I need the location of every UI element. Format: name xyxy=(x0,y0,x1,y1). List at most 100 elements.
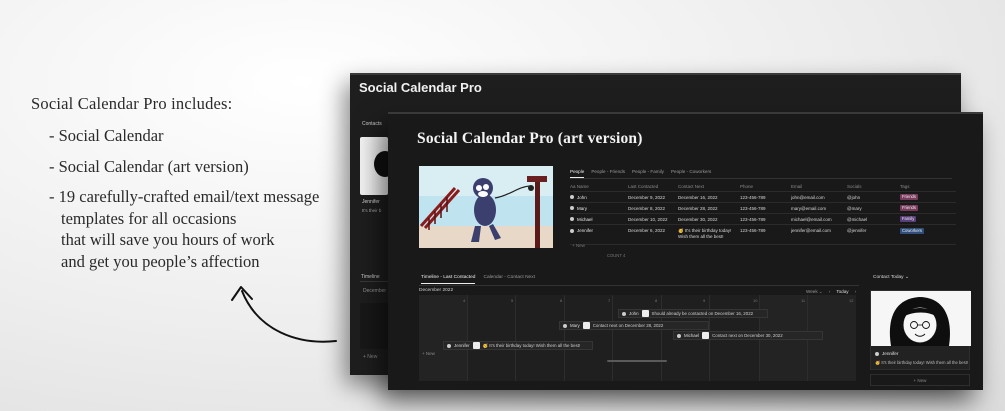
cell-contact-next: 🥳 It's their birthday today! Wish them a… xyxy=(678,228,732,239)
day-number: 6 xyxy=(560,298,563,303)
tab-people-friends[interactable]: People - Friends xyxy=(591,169,625,178)
day-divider xyxy=(564,295,565,381)
bar-name: Jennifer xyxy=(454,343,470,348)
cell-phone: 123-456-789 xyxy=(740,194,766,200)
avatar xyxy=(472,342,480,349)
day-number: 10 xyxy=(753,298,758,303)
curved-arrow-icon xyxy=(231,286,337,343)
timeline-bar[interactable]: Mary Contact next on December 28, 2022 xyxy=(559,321,709,330)
column-header-email[interactable]: Email xyxy=(791,184,847,189)
day-number: 9 xyxy=(703,298,706,303)
person-icon xyxy=(622,311,626,316)
bar-message: Should already be contacted on December … xyxy=(651,311,754,316)
table-header: Aa Name Last Contacted Contact Next Phon… xyxy=(570,181,956,192)
day-divider xyxy=(612,295,613,381)
day-number: 8 xyxy=(655,298,658,303)
promo-line: and get you people’s affection xyxy=(61,251,260,271)
column-header-socials[interactable]: Socials xyxy=(847,184,900,189)
bar-message: Contact next on December 30, 2022 xyxy=(712,333,783,338)
divider xyxy=(570,178,952,179)
cell-phone: 123-456-789 xyxy=(740,228,766,233)
bar-name: Mary xyxy=(570,323,580,328)
contacts-label: Contacts xyxy=(362,121,382,127)
tab-people[interactable]: People xyxy=(570,169,585,178)
column-header-last-contacted[interactable]: Last Contacted xyxy=(628,184,678,189)
cell-email: jennifer@email.com xyxy=(791,228,831,233)
cell-name: Mary xyxy=(577,205,587,211)
new-button[interactable]: + New xyxy=(363,354,377,360)
divider xyxy=(360,281,388,282)
contact-today-label[interactable]: Contact Today ⌄ xyxy=(873,275,909,280)
person-icon xyxy=(875,351,879,356)
contact-name: Jennifer xyxy=(875,351,898,356)
day-divider xyxy=(467,295,468,381)
cell-name: Jennifer xyxy=(577,228,594,233)
tab-people-family[interactable]: People - Family xyxy=(632,169,664,178)
promo-item-social-calendar: - Social Calendar xyxy=(49,125,319,147)
tab-people-coworkers[interactable]: People - Coworkers xyxy=(671,169,711,178)
page-title: Social Calendar Pro xyxy=(359,80,482,95)
cell-last-contacted: December 10, 2022 xyxy=(628,216,668,222)
girl-illustration-image xyxy=(871,291,971,346)
timeline-new-button[interactable]: + New xyxy=(422,351,435,356)
timeline-bar[interactable]: Michael Contact next on December 30, 202… xyxy=(673,331,823,340)
day-divider xyxy=(515,295,516,381)
column-header-tags[interactable]: Tags xyxy=(900,184,956,189)
column-header-phone[interactable]: Phone xyxy=(740,184,791,189)
timeline-view-tabs: Timeline - Last Contacted Calendar - Con… xyxy=(421,275,535,284)
horizontal-scrollbar[interactable] xyxy=(607,360,667,362)
cartoon-cover-image xyxy=(419,166,553,248)
timeline-bar[interactable]: Jennifer 🥳 It's their birthday today! Wi… xyxy=(443,341,593,350)
contact-image xyxy=(360,137,396,195)
table-row[interactable]: Michael December 10, 2022 December 30, 2… xyxy=(570,214,956,225)
promo-item-art-version: - Social Calendar (art version) xyxy=(49,156,319,178)
timeline-area xyxy=(360,303,388,349)
cell-last-contacted: December 6, 2022 xyxy=(628,228,666,233)
contact-message: It's their b xyxy=(362,208,382,213)
tab-calendar-contact-next[interactable]: Calendar - Contact Next xyxy=(483,275,534,284)
promo-line: templates for all occasions xyxy=(61,208,237,228)
cell-email: michael@email.com xyxy=(791,216,832,222)
people-table: Aa Name Last Contacted Contact Next Phon… xyxy=(570,181,956,245)
day-number: 12 xyxy=(849,298,854,303)
person-icon xyxy=(570,217,574,222)
people-view-tabs: People People - Friends People - Family … xyxy=(570,169,711,178)
promo-line: - Social Calendar (art version) xyxy=(49,156,249,176)
avatar xyxy=(582,322,590,329)
cell-email: john@email.com xyxy=(791,194,825,200)
tag-badge: Friends xyxy=(900,194,918,200)
promo-line: that will save you hours of work xyxy=(61,230,275,249)
avatar xyxy=(702,332,710,339)
promo-line: - 19 carefully-crafted email/text messag… xyxy=(49,187,320,206)
tag-badge: Family xyxy=(900,216,917,222)
cell-socials: @mary xyxy=(847,205,862,211)
contact-name: Jennifer xyxy=(362,199,380,205)
cell-name: John xyxy=(577,194,587,200)
cell-name: Michael xyxy=(577,216,593,222)
bar-name: John xyxy=(629,311,639,316)
person-icon xyxy=(563,323,567,328)
day-number: 5 xyxy=(511,298,514,303)
table-row[interactable]: John December 9, 2022 December 16, 2022 … xyxy=(570,192,956,203)
cell-phone: 123-456-789 xyxy=(740,216,766,222)
table-new-button[interactable]: + New xyxy=(572,243,585,248)
cell-last-contacted: December 9, 2022 xyxy=(628,194,666,200)
column-header-name[interactable]: Aa Name xyxy=(570,184,628,189)
timeline-label: Timeline xyxy=(361,274,380,280)
day-number: 11 xyxy=(801,298,806,303)
contact-today-new-button[interactable]: + New xyxy=(870,374,970,386)
cell-socials: @jennifer xyxy=(847,228,867,233)
timeline-grid[interactable]: 4 5 6 7 8 9 10 11 12 John Should already… xyxy=(419,295,856,381)
table-row[interactable]: Jennifer December 6, 2022 🥳 It's their b… xyxy=(570,225,956,245)
person-icon xyxy=(677,333,681,338)
row-count: COUNT 4 xyxy=(607,253,626,258)
cell-contact-next: December 16, 2022 xyxy=(678,194,718,200)
table-row[interactable]: Mary December 8, 2022 December 28, 2022 … xyxy=(570,203,956,214)
tab-timeline-last-contacted[interactable]: Timeline - Last Contacted xyxy=(421,275,476,284)
column-header-contact-next[interactable]: Contact Next xyxy=(678,184,740,189)
tag-badge: Friends xyxy=(900,205,918,211)
front-window-screenshot: Social Calendar Pro (art version) People… xyxy=(388,112,983,390)
timeline-bar[interactable]: John Should already be contacted on Dece… xyxy=(618,309,768,318)
bar-message: Contact next on December 28, 2022 xyxy=(592,323,664,328)
contact-today-card[interactable]: Jennifer 🥳 It's their birthday today! Wi… xyxy=(870,290,971,370)
